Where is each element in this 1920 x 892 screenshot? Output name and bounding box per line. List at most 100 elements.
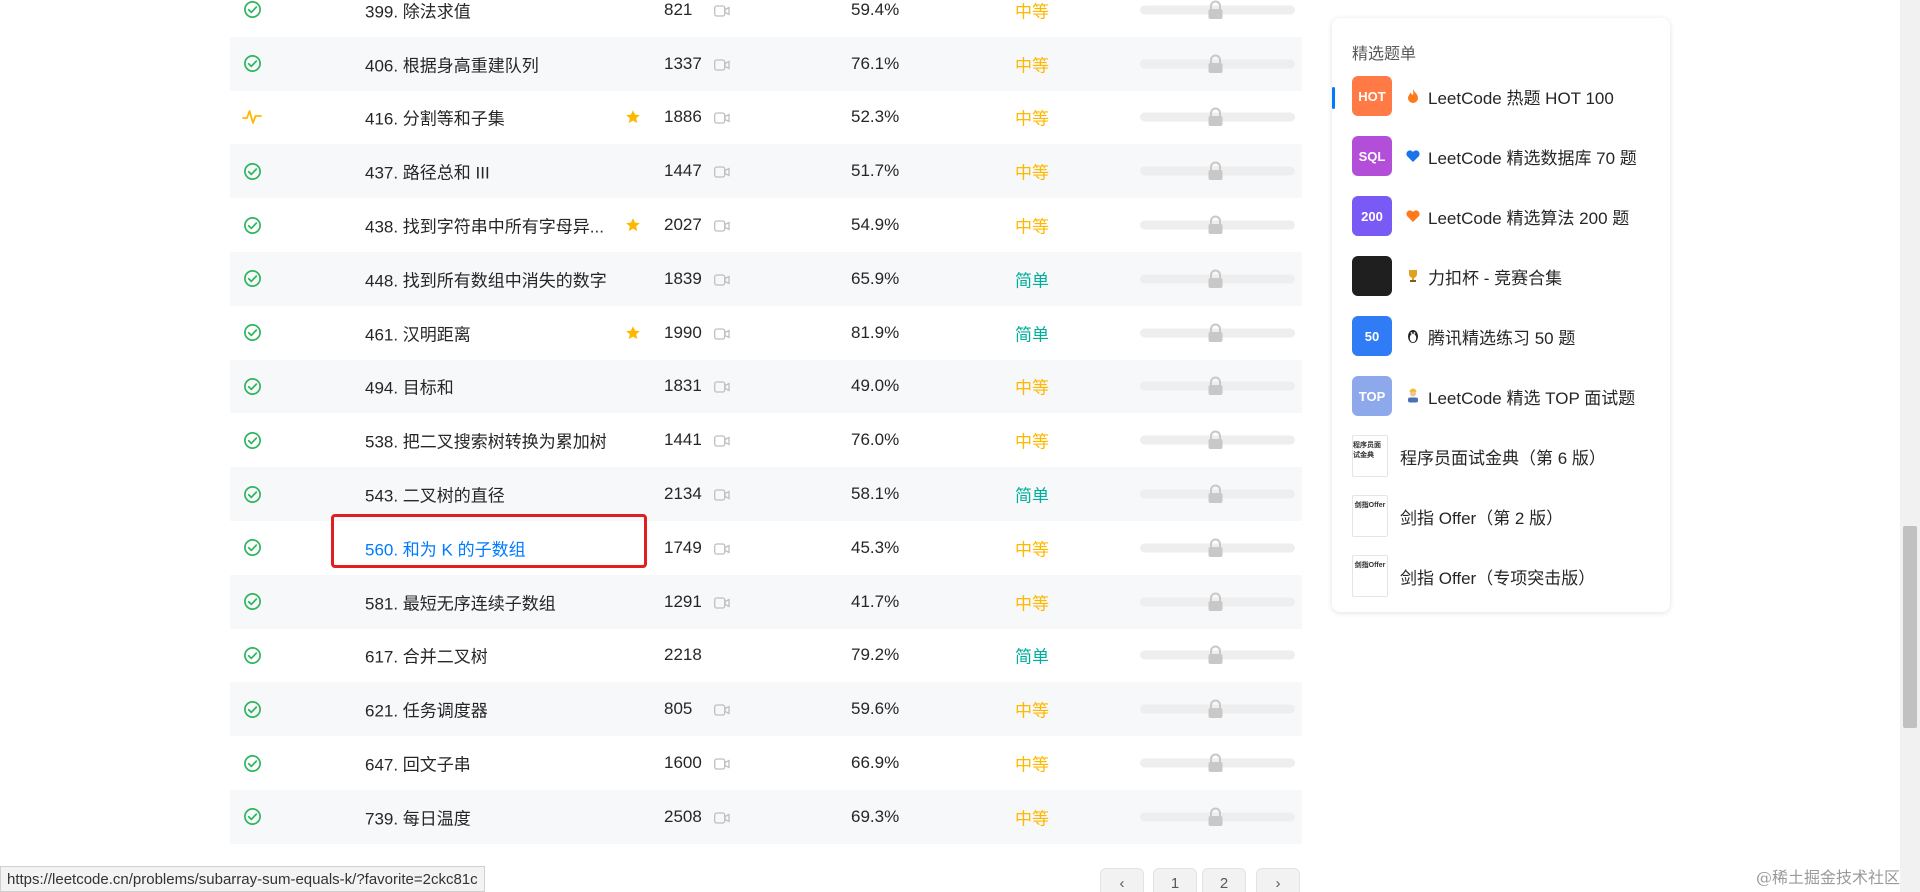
featured-list-item[interactable]: 剑指Offer 剑指 Offer（第 2 版） xyxy=(1352,495,1564,537)
problem-row[interactable]: 399. 除法求值 821 59.4% 中等 xyxy=(230,0,1302,37)
problem-row[interactable]: 416. 分割等和子集 1886 52.3% 中等 xyxy=(230,91,1302,145)
book-cover-icon: 剑指Offer xyxy=(1352,495,1388,537)
star-icon[interactable] xyxy=(625,109,641,125)
lock-icon xyxy=(1207,161,1224,181)
scrollbar-thumb[interactable] xyxy=(1903,526,1917,728)
lock-icon xyxy=(1207,484,1224,504)
featured-list-item[interactable]: 50 腾讯精选练习 50 题 xyxy=(1352,316,1575,356)
solution-count: 2027 xyxy=(664,215,702,235)
solved-check-icon xyxy=(242,323,262,343)
next-page-button[interactable]: › xyxy=(1256,868,1300,892)
solution-count: 2508 xyxy=(664,806,702,826)
video-icon[interactable] xyxy=(714,327,730,340)
acceptance-rate: 54.9% xyxy=(851,215,900,235)
star-icon[interactable] xyxy=(625,325,641,341)
solved-check-icon xyxy=(242,699,262,719)
video-icon[interactable] xyxy=(714,488,730,501)
solved-check-icon xyxy=(242,0,262,20)
featured-list-item[interactable]: 程序员面试金典 程序员面试金典（第 6 版） xyxy=(1352,435,1606,477)
acceptance-rate: 66.9% xyxy=(851,753,900,773)
problem-row[interactable]: 581. 最短无序连续子数组 1291 41.7% 中等 xyxy=(230,574,1302,629)
featured-list-label: LeetCode 精选数据库 70 题 xyxy=(1428,148,1637,168)
video-icon[interactable] xyxy=(714,596,730,609)
featured-list-item[interactable]: HOT LeetCode 热题 HOT 100 xyxy=(1352,76,1614,116)
prev-page-button[interactable]: ‹ xyxy=(1100,868,1144,892)
video-icon[interactable] xyxy=(714,4,730,17)
problem-row[interactable]: 538. 把二叉搜索树转换为累加树 1441 76.0% 中等 xyxy=(230,413,1302,467)
video-icon[interactable] xyxy=(714,811,730,824)
problem-title-link[interactable]: 647. 回文子串 xyxy=(365,751,471,776)
solution-count: 1886 xyxy=(664,107,702,127)
video-icon[interactable] xyxy=(714,703,730,716)
featured-list-label: 剑指 Offer（第 2 版） xyxy=(1400,508,1564,528)
problem-title-link[interactable]: 543. 二叉树的直径 xyxy=(365,482,505,507)
solution-count: 1839 xyxy=(664,268,702,288)
video-icon[interactable] xyxy=(714,434,730,447)
star-icon[interactable] xyxy=(625,217,641,233)
difficulty-label: 简单 xyxy=(1015,486,1049,506)
solved-check-icon xyxy=(242,161,262,181)
featured-list-item[interactable]: 200 LeetCode 精选算法 200 题 xyxy=(1352,196,1629,236)
problem-title-link[interactable]: 538. 把二叉搜索树转换为累加树 xyxy=(365,428,607,453)
problem-row[interactable]: 617. 合并二叉树 2218 79.2% 简单 xyxy=(230,629,1302,683)
video-icon[interactable] xyxy=(714,542,730,555)
video-icon[interactable] xyxy=(714,380,730,394)
solved-check-icon xyxy=(242,376,262,396)
lock-icon xyxy=(1207,807,1224,827)
video-icon[interactable] xyxy=(714,219,730,232)
page-1-button[interactable]: 1 xyxy=(1153,868,1197,892)
page: 399. 除法求值 821 59.4% 中等 406. 根据身高重建队列 1337 76.1… xyxy=(0,0,1920,892)
acceptance-rate: 69.3% xyxy=(851,806,900,826)
lock-icon xyxy=(1207,699,1224,719)
problem-row[interactable]: 406. 根据身高重建队列 1337 76.1% 中等 xyxy=(230,36,1302,91)
problem-title-link[interactable]: 437. 路径总和 III xyxy=(365,159,490,184)
problem-title-link[interactable]: 494. 目标和 xyxy=(365,374,454,399)
problem-row[interactable]: 438. 找到字符串中所有字母异... 2027 54.9% 中等 xyxy=(230,198,1302,252)
problem-row[interactable]: 647. 回文子串 1600 66.9% 中等 xyxy=(230,736,1302,790)
worker-icon xyxy=(1404,387,1422,405)
problem-row[interactable]: 543. 二叉树的直径 2134 58.1% 简单 xyxy=(230,467,1302,521)
problem-title-link[interactable]: 448. 找到所有数组中消失的数字 xyxy=(365,266,607,291)
video-icon[interactable] xyxy=(714,111,730,125)
problem-title-link[interactable]: 438. 找到字符串中所有字母异... xyxy=(365,213,604,238)
problem-title-link[interactable]: 399. 除法求值 xyxy=(365,0,471,22)
featured-list-item[interactable]: 剑指Offer 剑指 Offer（专项突击版） xyxy=(1352,555,1595,597)
solution-count: 1291 xyxy=(664,591,702,611)
problem-title-link[interactable]: 621. 任务调度器 xyxy=(365,697,488,722)
video-icon[interactable] xyxy=(714,757,730,770)
status-bar-url: https://leetcode.cn/problems/subarray-su… xyxy=(0,866,485,892)
problem-title-link[interactable]: 406. 根据身高重建队列 xyxy=(365,51,539,76)
lock-icon xyxy=(1207,592,1224,612)
problem-row[interactable]: 494. 目标和 1831 49.0% 中等 xyxy=(230,359,1302,414)
problem-row[interactable]: 448. 找到所有数组中消失的数字 1839 65.9% 简单 xyxy=(230,251,1302,306)
featured-list-item[interactable]: TOP LeetCode 精选 TOP 面试题 xyxy=(1352,376,1635,416)
solution-count: 805 xyxy=(664,699,693,719)
acceptance-rate: 59.4% xyxy=(851,0,900,19)
difficulty-label: 中等 xyxy=(1015,432,1049,452)
problem-row[interactable]: 461. 汉明距离 1990 81.9% 简单 xyxy=(230,306,1302,360)
solved-check-icon xyxy=(242,592,262,612)
featured-list-item[interactable]: 力扣杯 - 竞赛合集 xyxy=(1352,256,1562,296)
difficulty-label: 中等 xyxy=(1015,540,1049,560)
acceptance-rate: 41.7% xyxy=(851,591,900,611)
scrollbar-track[interactable] xyxy=(1900,0,1920,892)
problem-row[interactable]: 739. 每日温度 2508 69.3% 中等 xyxy=(230,789,1302,844)
difficulty-label: 中等 xyxy=(1015,378,1049,398)
acceptance-rate: 76.0% xyxy=(851,430,900,450)
problem-title-link[interactable]: 581. 最短无序连续子数组 xyxy=(365,589,556,614)
problem-row[interactable]: 621. 任务调度器 805 59.6% 中等 xyxy=(230,682,1302,737)
video-icon[interactable] xyxy=(714,165,730,178)
page-2-button[interactable]: 2 xyxy=(1202,868,1246,892)
problem-row[interactable]: 437. 路径总和 III 1447 51.7% 中等 xyxy=(230,144,1302,199)
featured-list-label: LeetCode 精选算法 200 题 xyxy=(1428,208,1630,228)
problem-title-link[interactable]: 461. 汉明距离 xyxy=(365,320,471,345)
watermark: @稀土掘金技术社区 xyxy=(1756,868,1901,887)
solution-count: 2134 xyxy=(664,484,702,504)
video-icon[interactable] xyxy=(714,58,730,71)
problem-title-link[interactable]: 739. 每日温度 xyxy=(365,804,471,829)
problem-title-link[interactable]: 416. 分割等和子集 xyxy=(365,105,505,130)
problem-title-link[interactable]: 617. 合并二叉树 xyxy=(365,643,488,668)
solved-check-icon xyxy=(242,215,262,235)
video-icon[interactable] xyxy=(714,273,730,286)
featured-list-item[interactable]: SQL LeetCode 精选数据库 70 题 xyxy=(1352,136,1637,176)
